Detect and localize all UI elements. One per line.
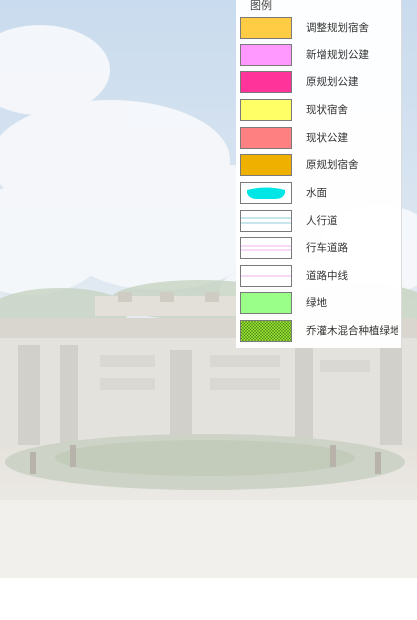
legend-swatch-hatch xyxy=(240,320,292,342)
legend-item: 现状宿舍 xyxy=(236,99,402,123)
legend-swatch-fill xyxy=(240,71,292,93)
legend-swatch-fill xyxy=(240,292,292,314)
legend-item: 水面 xyxy=(236,182,402,206)
legend-item: 乔灌木混合种植绿地 xyxy=(236,320,402,344)
legend-item: 现状公建 xyxy=(236,127,402,151)
legend-item: 道路中线 xyxy=(236,265,402,289)
legend-label: 原规划宿舍 xyxy=(306,159,359,171)
legend-label: 人行道 xyxy=(306,215,338,227)
legend-swatch-water xyxy=(240,182,292,204)
legend-swatch-road xyxy=(240,237,292,259)
legend-item: 行车道路 xyxy=(236,237,402,261)
legend-label: 调整规划宿舍 xyxy=(306,22,369,34)
legend-item: 原规划公建 xyxy=(236,71,402,95)
legend-item: 新增规划公建 xyxy=(236,44,402,68)
legend-swatch-sidewalk xyxy=(240,210,292,232)
legend-swatch-centerline xyxy=(240,265,292,287)
legend-title: 图例 xyxy=(250,0,272,12)
legend-label: 乔灌木混合种植绿地 xyxy=(306,325,398,337)
legend-label: 道路中线 xyxy=(306,270,348,282)
legend-item: 调整规划宿舍 xyxy=(236,17,402,41)
legend-swatch-fill xyxy=(240,44,292,66)
page-bottom-blank xyxy=(0,578,417,620)
legend-item: 绿地 xyxy=(236,292,402,316)
legend-swatch-fill xyxy=(240,154,292,176)
legend-item: 原规划宿舍 xyxy=(236,154,402,178)
map-legend: 图例 调整规划宿舍 新增规划公建 原规划公建现状宿舍现状公建原规划宿舍水面人行道行车… xyxy=(236,0,402,348)
legend-item: 人行道 xyxy=(236,210,402,234)
legend-swatch-fill xyxy=(240,99,292,121)
legend-divider xyxy=(401,0,402,348)
legend-swatch-fill xyxy=(240,127,292,149)
legend-label: 原规划公建 xyxy=(306,76,359,88)
legend-label: 现状宿舍 xyxy=(306,104,348,116)
legend-label: 新增规划公建 xyxy=(306,49,369,61)
legend-label: 绿地 xyxy=(306,297,327,309)
legend-label: 现状公建 xyxy=(306,132,348,144)
legend-swatch-fill xyxy=(240,17,292,39)
legend-label: 行车道路 xyxy=(306,242,348,254)
legend-label: 水面 xyxy=(306,187,327,199)
